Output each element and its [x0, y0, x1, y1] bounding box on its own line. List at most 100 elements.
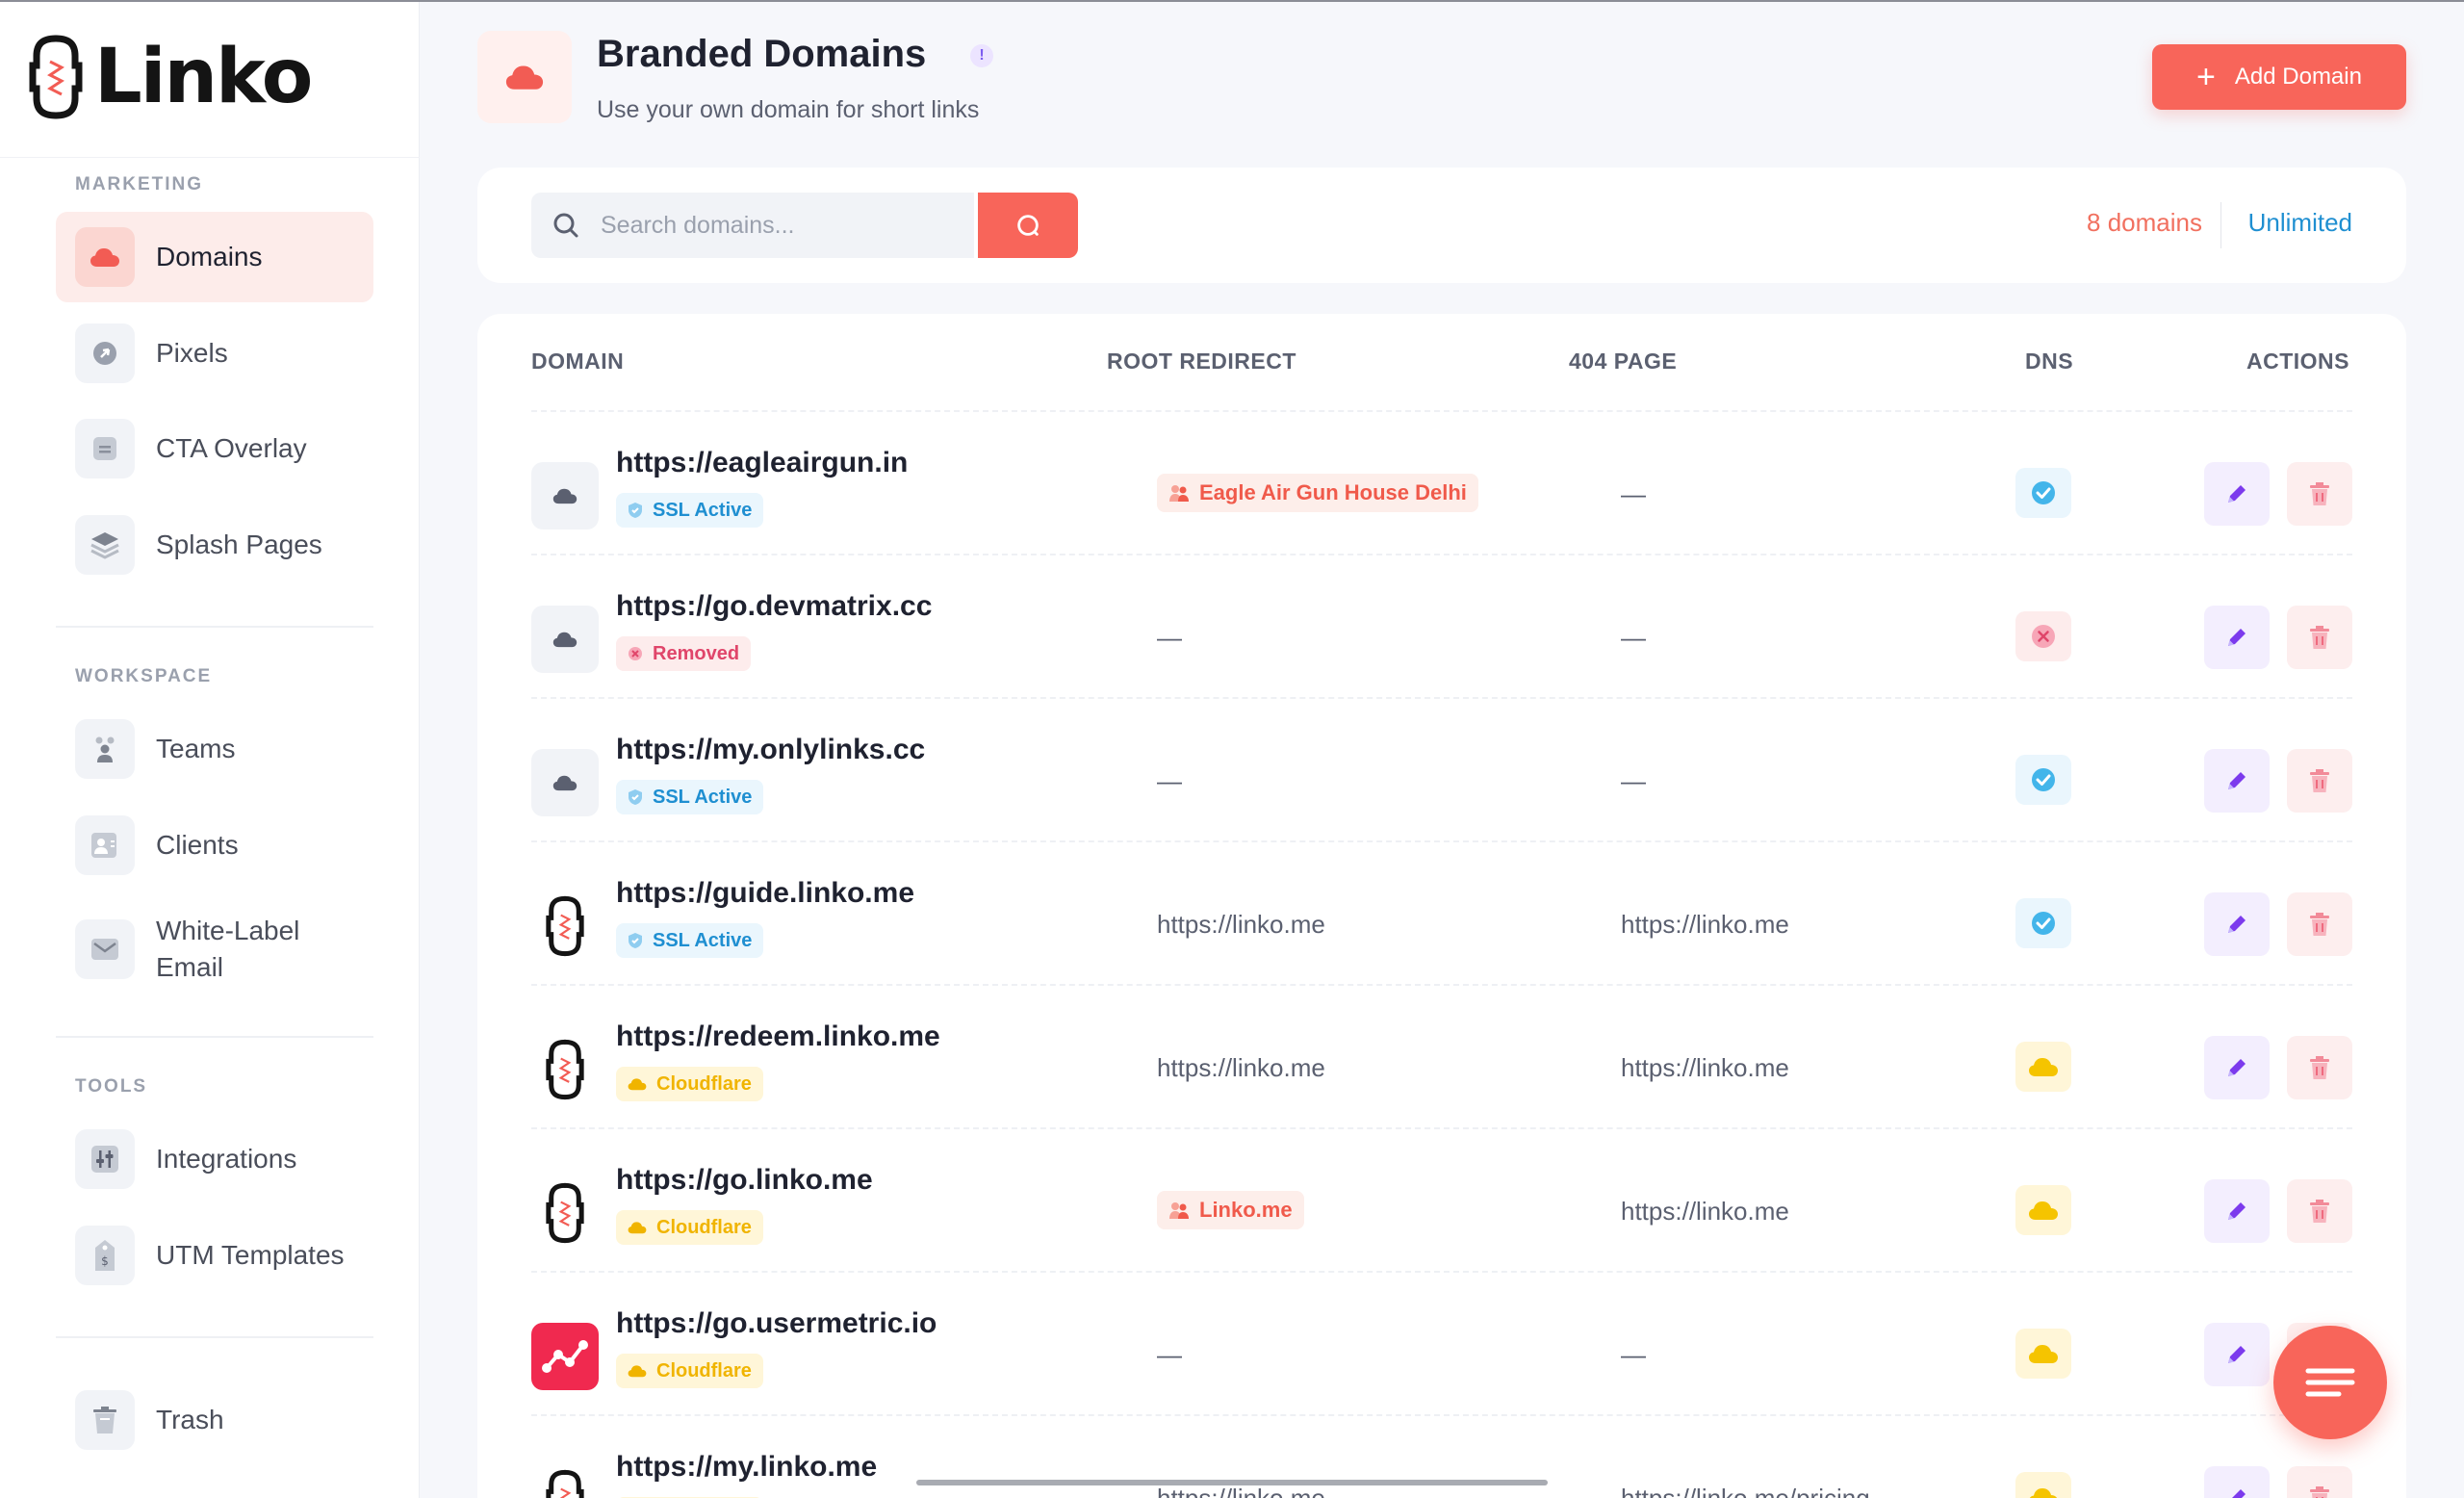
- section-label-workspace: WORKSPACE: [75, 666, 213, 686]
- dns-status: [2015, 468, 2071, 518]
- trash-icon: [75, 1390, 135, 1450]
- cloud-icon: [628, 1077, 647, 1091]
- svg-text:$: $: [101, 1254, 109, 1268]
- menu-fab-button[interactable]: [2273, 1326, 2387, 1439]
- status-label: Cloudflare: [656, 1072, 752, 1095]
- edit-button[interactable]: [2204, 1323, 2270, 1386]
- edit-button[interactable]: [2204, 749, 2270, 813]
- domain-url[interactable]: https://my.linko.me: [616, 1451, 877, 1484]
- status-label: Cloudflare: [656, 1359, 752, 1382]
- sidebar-item-utm-templates[interactable]: $ UTM Templates: [56, 1210, 373, 1301]
- domain-url[interactable]: https://go.usermetric.io: [616, 1307, 937, 1340]
- delete-button[interactable]: [2287, 606, 2352, 669]
- horizontal-scrollbar[interactable]: [916, 1480, 1548, 1485]
- layers-icon: [75, 515, 135, 575]
- plan-limit-link[interactable]: Unlimited: [2248, 208, 2352, 238]
- edit-button[interactable]: [2204, 606, 2270, 669]
- sliders-icon: [75, 1129, 135, 1189]
- delete-button[interactable]: [2287, 1179, 2352, 1243]
- status-badge: Cloudflare: [616, 1067, 763, 1101]
- redirect-tag-label: Eagle Air Gun House Delhi: [1199, 480, 1467, 504]
- table-row[interactable]: https://eagleairgun.in SSL Active Eagle Ai…: [531, 410, 2352, 554]
- dns-status: [2015, 611, 2071, 661]
- dns-status: [2015, 1185, 2071, 1235]
- table-row[interactable]: https://go.devmatrix.cc Removed — —: [531, 554, 2352, 697]
- root-redirect-value: —: [1157, 1340, 1182, 1369]
- sidebar-item-teams[interactable]: Teams: [56, 704, 373, 794]
- redirect-tag[interactable]: Eagle Air Gun House Delhi: [1157, 474, 1478, 512]
- logo[interactable]: Linko: [29, 33, 313, 121]
- search-button[interactable]: [978, 193, 1078, 258]
- redirect-tag[interactable]: Linko.me: [1157, 1191, 1304, 1229]
- edit-button[interactable]: [2204, 1179, 2270, 1243]
- status-label: Cloudflare: [656, 1216, 752, 1238]
- 404-page-value: https://linko.me/pricing: [1621, 1484, 1870, 1498]
- cloud-icon: [531, 462, 599, 529]
- trash-icon: [2309, 912, 2330, 937]
- domain-url[interactable]: https://eagleairgun.in: [616, 447, 908, 479]
- sidebar-item-white-label-email[interactable]: White-Label Email: [56, 901, 373, 997]
- search-card: 8 domains Unlimited: [477, 168, 2406, 283]
- people-icon: [1168, 1201, 1190, 1220]
- shield-check-icon: [628, 502, 643, 519]
- edit-button[interactable]: [2204, 1036, 2270, 1099]
- table-row[interactable]: https://my.onlylinks.cc SSL Active — —: [531, 697, 2352, 840]
- sidebar-item-pixels[interactable]: Pixels: [56, 308, 373, 399]
- 404-page-value: https://linko.me: [1621, 1053, 1789, 1082]
- dns-status: [2015, 755, 2071, 805]
- table-row[interactable]: https://redeem.linko.me Cloudflare https:/…: [531, 984, 2352, 1127]
- trash-icon: [2309, 768, 2330, 793]
- sidebar-item-trash[interactable]: Trash: [56, 1375, 373, 1465]
- domain-url[interactable]: https://redeem.linko.me: [616, 1020, 940, 1053]
- dns-status: [2015, 898, 2071, 948]
- contact-card-icon: [75, 815, 135, 875]
- delete-button[interactable]: [2287, 749, 2352, 813]
- table-row[interactable]: https://guide.linko.me SSL Active https://…: [531, 840, 2352, 984]
- sidebar-item-label: Clients: [156, 830, 239, 860]
- 404-page-value: —: [1621, 479, 1646, 508]
- sidebar-item-cta-overlay[interactable]: CTA Overlay: [56, 403, 373, 494]
- page-title: Branded Domains: [597, 33, 927, 75]
- column-header-root-redirect: ROOT REDIRECT: [1107, 349, 1296, 374]
- domain-url[interactable]: https://my.onlylinks.cc: [616, 734, 925, 766]
- trash-icon: [2309, 481, 2330, 506]
- cloud-icon: [2028, 1486, 2059, 1498]
- edit-button[interactable]: [2204, 462, 2270, 526]
- domain-url[interactable]: https://guide.linko.me: [616, 877, 914, 910]
- section-label-tools: TOOLS: [75, 1076, 148, 1097]
- sidebar-item-clients[interactable]: Clients: [56, 800, 373, 891]
- delete-button[interactable]: [2287, 462, 2352, 526]
- pencil-icon: [2224, 1342, 2249, 1367]
- info-badge[interactable]: !: [970, 44, 993, 67]
- sidebar-item-label: Teams: [156, 734, 236, 763]
- sidebar-item-integrations[interactable]: Integrations: [56, 1114, 373, 1204]
- trash-icon: [2309, 1199, 2330, 1224]
- domain-url[interactable]: https://go.linko.me: [616, 1164, 873, 1197]
- 404-page-value: —: [1621, 766, 1646, 795]
- table-row[interactable]: https://go.linko.me Cloudflare Linko.me htt…: [531, 1127, 2352, 1271]
- 404-page-value: https://linko.me: [1621, 1197, 1789, 1226]
- delete-button[interactable]: [2287, 892, 2352, 956]
- trash-icon: [2309, 1485, 2330, 1498]
- status-badge: Removed: [616, 636, 752, 671]
- 404-page-value: —: [1621, 623, 1646, 652]
- root-redirect-value: https://linko.me: [1157, 1053, 1325, 1082]
- domain-url[interactable]: https://go.devmatrix.cc: [616, 590, 932, 623]
- add-domain-button[interactable]: + Add Domain: [2152, 44, 2406, 110]
- root-redirect-value: —: [1157, 766, 1182, 795]
- sidebar-item-domains[interactable]: Domains: [56, 212, 373, 302]
- delete-button[interactable]: [2287, 1036, 2352, 1099]
- table-row[interactable]: https://go.usermetric.io Cloudflare — —: [531, 1271, 2352, 1414]
- pencil-icon: [2224, 1485, 2249, 1498]
- root-redirect-value: https://linko.me: [1157, 910, 1325, 939]
- search-input[interactable]: [601, 211, 966, 240]
- sidebar-item-splash-pages[interactable]: Splash Pages: [56, 500, 373, 590]
- status-badge: Cloudflare: [616, 1210, 763, 1245]
- edit-button[interactable]: [2204, 892, 2270, 956]
- shield-check-icon: [628, 932, 643, 949]
- mail-icon: [75, 919, 135, 979]
- pencil-icon: [2224, 768, 2249, 793]
- delete-button[interactable]: [2287, 1466, 2352, 1498]
- domain-count: 8 domains: [2087, 208, 2202, 237]
- edit-button[interactable]: [2204, 1466, 2270, 1498]
